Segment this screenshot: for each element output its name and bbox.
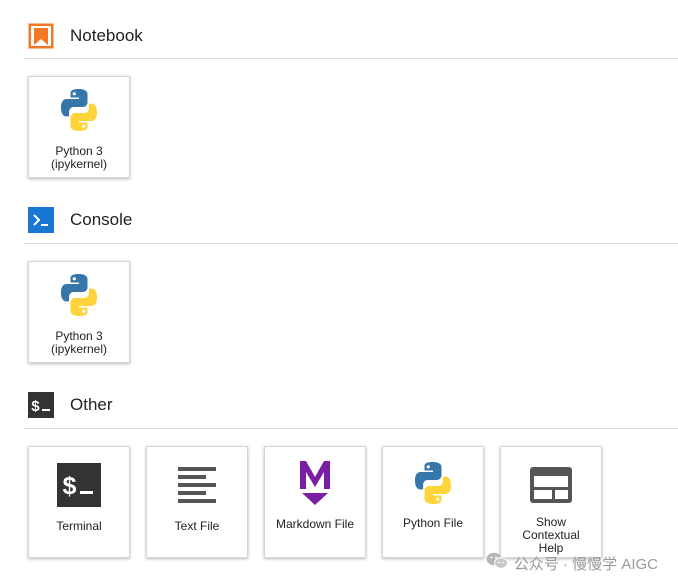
watermark: 公众号 · 慢慢学 AIGC: [486, 552, 658, 574]
wechat-icon: [486, 552, 508, 574]
card-label: Python File: [402, 516, 464, 530]
watermark-text: 公众号 · 慢慢学 AIGC: [513, 555, 658, 573]
notebook-bookmark-icon: [28, 23, 54, 49]
console-section-header: Console: [28, 207, 678, 233]
launcher-card-python-file[interactable]: Python File: [382, 446, 484, 558]
text-lines-icon: [171, 459, 223, 511]
section-divider: [24, 428, 678, 429]
card-label: Text File: [174, 519, 220, 533]
svg-text:$: $: [31, 399, 40, 416]
card-label: Markdown File: [275, 517, 355, 531]
notebook-section-header: Notebook: [28, 23, 678, 49]
card-label-line: (ipykernel): [50, 342, 107, 356]
launcher-card-console-python3[interactable]: Python 3 (ipykernel): [28, 261, 130, 363]
python-logo-icon: [407, 457, 459, 509]
launcher-card-terminal[interactable]: $ Terminal: [28, 446, 130, 558]
card-label-line: (ipykernel): [50, 157, 107, 171]
svg-text:$: $: [62, 473, 77, 502]
terminal-icon: $: [28, 392, 54, 418]
card-label: Python 3 (ipykernel): [31, 330, 127, 356]
python-logo-icon: [53, 269, 105, 321]
launcher-card-markdown-file[interactable]: Markdown File: [264, 446, 366, 558]
launcher-card-contextual-help[interactable]: Show Contextual Help: [500, 446, 602, 558]
console-prompt-icon: [28, 207, 54, 233]
markdown-m-icon: [289, 457, 341, 509]
contextual-help-icon: [525, 459, 577, 511]
card-label: Terminal: [56, 519, 102, 533]
python-logo-icon: [53, 84, 105, 136]
other-section-header: $ Other: [28, 392, 678, 418]
section-title-console: Console: [70, 210, 133, 229]
section-divider: [24, 58, 678, 59]
terminal-icon: $: [53, 459, 105, 511]
section-title-notebook: Notebook: [70, 26, 143, 45]
card-label: Python 3 (ipykernel): [31, 145, 127, 171]
section-title-other: Other: [70, 395, 113, 414]
card-label: Show Contextual Help: [503, 516, 599, 555]
launcher-card-notebook-python3[interactable]: Python 3 (ipykernel): [28, 76, 130, 178]
section-divider: [24, 243, 678, 244]
launcher-card-text-file[interactable]: Text File: [146, 446, 248, 558]
